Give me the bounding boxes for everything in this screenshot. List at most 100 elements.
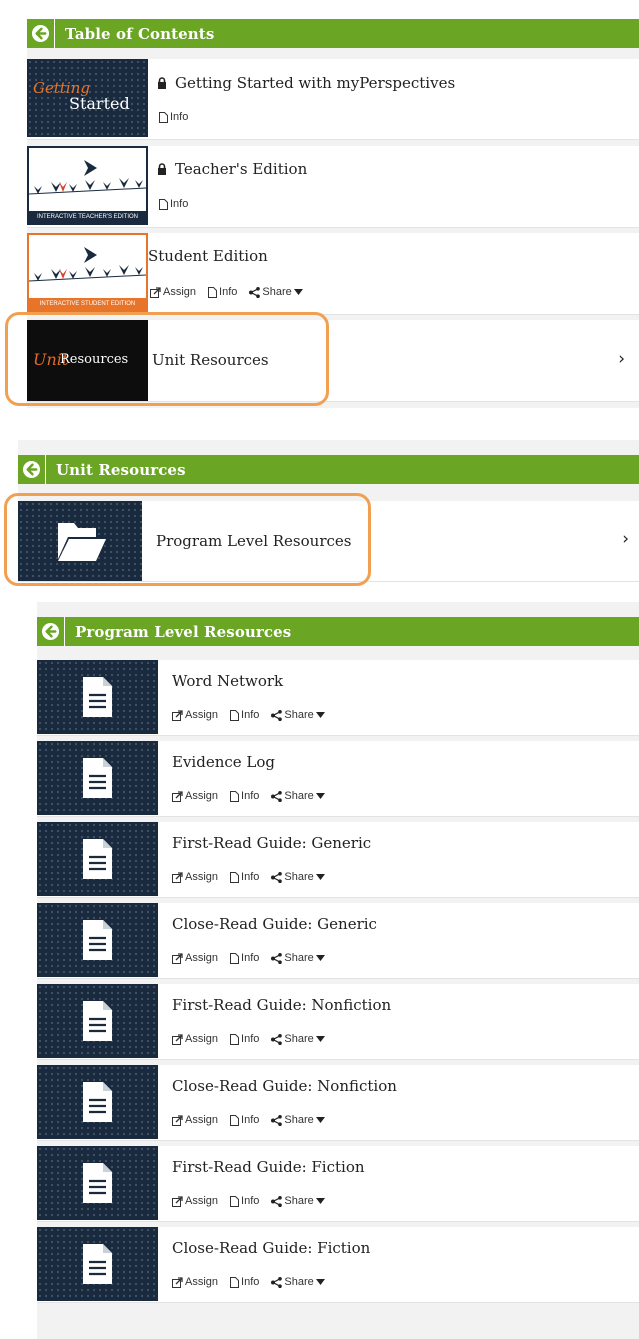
item-title: Student Edition [148,247,268,265]
back-button[interactable] [37,617,65,646]
share-label: Share [284,1114,314,1126]
teachers-edition-thumbnail: INTERACTIVE TEACHER'S EDITION [27,146,148,225]
info-doc-icon [208,286,218,298]
info-link[interactable]: Info [230,1276,259,1288]
info-label: Info [241,871,260,883]
document-thumbnail [37,1065,158,1139]
toc-header: Table of Contents [27,19,639,48]
share-icon [271,952,283,964]
share-dropdown[interactable]: Share [271,709,326,721]
share-dropdown[interactable]: Share [271,1033,326,1045]
unit-header: Unit Resources [18,455,639,484]
toc-item-getting-started[interactable]: Getting Started Getting Started with myP… [27,59,639,140]
info-link[interactable]: Info [230,1114,259,1126]
assign-icon [172,1033,183,1045]
info-doc-icon [159,198,168,210]
back-button[interactable] [27,19,55,48]
back-button[interactable] [18,455,46,484]
assign-link[interactable]: Assign [172,1033,218,1045]
chevron-right-icon[interactable]: › [618,349,625,369]
share-label: Share [284,871,314,883]
document-icon [83,758,112,798]
thumb-caption: INTERACTIVE STUDENT EDITION [29,298,146,310]
item-title: First-Read Guide: Fiction [172,1158,365,1176]
assign-link[interactable]: Assign [172,1114,218,1126]
assign-link[interactable]: Assign [172,790,218,802]
share-dropdown[interactable]: Share [271,952,326,964]
toc-item-teachers-edition[interactable]: INTERACTIVE TEACHER'S EDITION Teacher's … [27,146,639,228]
program-title: Program Level Resources [75,622,292,641]
info-link[interactable]: Info [230,790,259,802]
resource-row[interactable]: Close-Read Guide: Fiction Assign Info Sh… [37,1227,639,1303]
info-doc-icon [230,952,240,964]
document-icon [83,1163,112,1203]
share-dropdown[interactable]: Share [271,871,326,883]
caret-down-icon [315,1036,325,1042]
info-link[interactable]: Info [230,1033,259,1045]
share-dropdown[interactable]: Share [271,1276,326,1288]
info-link[interactable]: Info [159,111,188,123]
info-label: Info [241,1033,260,1045]
assign-link[interactable]: Assign [172,709,218,721]
info-link[interactable]: Info [159,198,188,210]
share-dropdown[interactable]: Share [271,1114,326,1126]
assign-link[interactable]: Assign [150,286,196,298]
info-label: Info [241,1195,260,1207]
document-icon [83,677,112,717]
info-doc-icon [230,790,240,802]
program-header: Program Level Resources [37,617,639,646]
resource-row[interactable]: Evidence Log Assign Info Share [37,741,639,817]
assign-link[interactable]: Assign [172,1195,218,1207]
assign-link[interactable]: Assign [172,952,218,964]
document-thumbnail [37,1227,158,1301]
item-title: Close-Read Guide: Generic [172,915,377,933]
item-title: Teacher's Edition [157,160,307,178]
assign-link[interactable]: Assign [172,1276,218,1288]
item-title: Close-Read Guide: Nonfiction [172,1077,397,1095]
caret-down-icon [315,1279,325,1285]
info-link[interactable]: Info [208,286,237,298]
share-dropdown[interactable]: Share [271,1195,326,1207]
info-doc-icon [230,1195,240,1207]
assign-label: Assign [185,709,219,721]
caret-down-icon [293,289,303,295]
program-panel: Program Level Resources Word Network Ass… [37,602,639,1339]
share-icon [271,1276,283,1288]
info-link[interactable]: Info [230,1195,259,1207]
resource-row[interactable]: Word Network Assign Info Share [37,660,639,736]
info-link[interactable]: Info [230,871,259,883]
share-icon [271,1033,283,1045]
caret-down-icon [315,1198,325,1204]
info-link[interactable]: Info [230,709,259,721]
share-icon [271,871,283,883]
info-doc-icon [230,709,240,721]
info-doc-icon [159,111,168,123]
info-doc-icon [230,871,240,883]
document-icon [83,839,112,879]
info-label: Info [241,790,260,802]
toc-title: Table of Contents [65,24,215,43]
thumb-started: Started [69,94,130,113]
thumb-caption: INTERACTIVE TEACHER'S EDITION [29,211,146,223]
share-dropdown[interactable]: Share [271,790,326,802]
assign-label: Assign [185,952,219,964]
caret-down-icon [315,712,325,718]
share-label: Share [284,790,314,802]
resource-row[interactable]: First-Read Guide: Generic Assign Info Sh… [37,822,639,898]
item-title: First-Read Guide: Nonfiction [172,996,392,1014]
chevron-right-icon[interactable]: › [622,529,629,549]
resource-row[interactable]: Close-Read Guide: Nonfiction Assign Info… [37,1065,639,1141]
share-icon [271,709,283,721]
resource-row[interactable]: Close-Read Guide: Generic Assign Info Sh… [37,903,639,979]
info-label: Info [241,709,260,721]
resource-row[interactable]: First-Read Guide: Nonfiction Assign Info… [37,984,639,1060]
share-dropdown[interactable]: Share [249,286,304,298]
toc-item-student-edition[interactable]: INTERACTIVE STUDENT EDITION Student Edit… [27,233,639,315]
resource-row[interactable]: First-Read Guide: Fiction Assign Info Sh… [37,1146,639,1222]
lock-icon [158,163,166,175]
student-edition-thumbnail: INTERACTIVE STUDENT EDITION [27,233,148,312]
document-icon [83,1244,112,1284]
info-link[interactable]: Info [230,952,259,964]
assign-link[interactable]: Assign [172,871,218,883]
info-label: Info [241,952,260,964]
